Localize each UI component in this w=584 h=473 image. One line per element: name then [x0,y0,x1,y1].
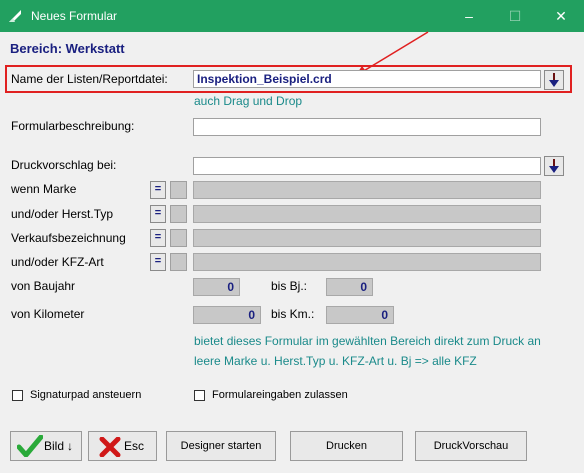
designer-start-button[interactable]: Designer starten [166,431,276,461]
red-x-icon [99,437,121,457]
herst-select-button[interactable] [170,205,187,223]
kfzart-select-button[interactable] [170,253,187,271]
window-title: Neues Formular [31,9,118,23]
baujahr-from-field[interactable]: 0 [193,278,240,296]
formulareingaben-label: Formulareingaben zulassen [212,389,348,401]
esc-label: Esc [124,439,145,453]
bis-bj-label: bis Bj.: [271,279,308,293]
baujahr-to-field[interactable]: 0 [326,278,373,296]
listfile-input[interactable]: Inspektion_Beispiel.crd [193,70,541,88]
title-bar: Neues Formular – ☐ ✕ [0,0,584,32]
baujahr-label: von Baujahr [11,279,76,293]
kfzart-field [193,253,541,271]
preview-browse-button[interactable] [544,156,564,176]
formulareingaben-checkbox[interactable] [194,390,205,401]
verkauf-operator-button[interactable]: = [150,229,166,247]
listfile-browse-button[interactable] [544,70,564,90]
description-input[interactable] [193,118,541,136]
preview-label: Druckvorschlag bei: [11,158,117,172]
dialog-window: Neues Formular – ☐ ✕ Bereich: Werkstatt … [0,0,584,473]
herst-field [193,205,541,223]
app-logo-icon [9,10,21,22]
marke-label: wenn Marke [11,182,77,196]
bild-button[interactable]: Bild ↓ [10,431,82,461]
km-to-field[interactable]: 0 [326,306,394,324]
description-label: Formularbeschreibung: [11,119,135,133]
area-heading: Bereich: Werkstatt [10,41,125,56]
verkauf-label: Verkaufsbezeichnung [11,231,126,245]
arrow-down-icon [549,159,559,173]
km-label: von Kilometer [11,307,85,321]
esc-button[interactable]: Esc [88,431,157,461]
maximize-button[interactable]: ☐ [492,0,538,32]
signaturpad-label: Signaturpad ansteuern [30,389,142,401]
bild-label: Bild [44,439,65,453]
preview-input[interactable] [193,157,541,175]
dragdrop-hint: auch Drag und Drop [194,94,303,108]
marke-operator-button[interactable]: = [150,181,166,199]
info-line-2: leere Marke u. Herst.Typ u. KFZ-Art u. B… [194,354,477,368]
arrow-down-icon [549,73,559,87]
minimize-button[interactable]: – [446,0,492,32]
herst-label: und/oder Herst.Typ [11,207,114,221]
kfzart-operator-button[interactable]: = [150,253,166,271]
kfzart-label: und/oder KFZ-Art [11,255,104,269]
close-button[interactable]: ✕ [538,0,584,32]
print-button[interactable]: Drucken [290,431,403,461]
info-line-1: bietet dieses Formular im gewählten Bere… [194,334,541,348]
verkauf-field [193,229,541,247]
bis-km-label: bis Km.: [271,307,315,321]
listfile-label: Name der Listen/Reportdatei: [11,72,168,86]
bild-arrow-icon: ↓ [67,439,73,453]
checkmark-icon [17,435,43,457]
marke-select-button[interactable] [170,181,187,199]
marke-field [193,181,541,199]
km-from-field[interactable]: 0 [193,306,261,324]
signaturpad-checkbox[interactable] [12,390,23,401]
herst-operator-button[interactable]: = [150,205,166,223]
verkauf-select-button[interactable] [170,229,187,247]
print-preview-button[interactable]: DruckVorschau [415,431,527,461]
